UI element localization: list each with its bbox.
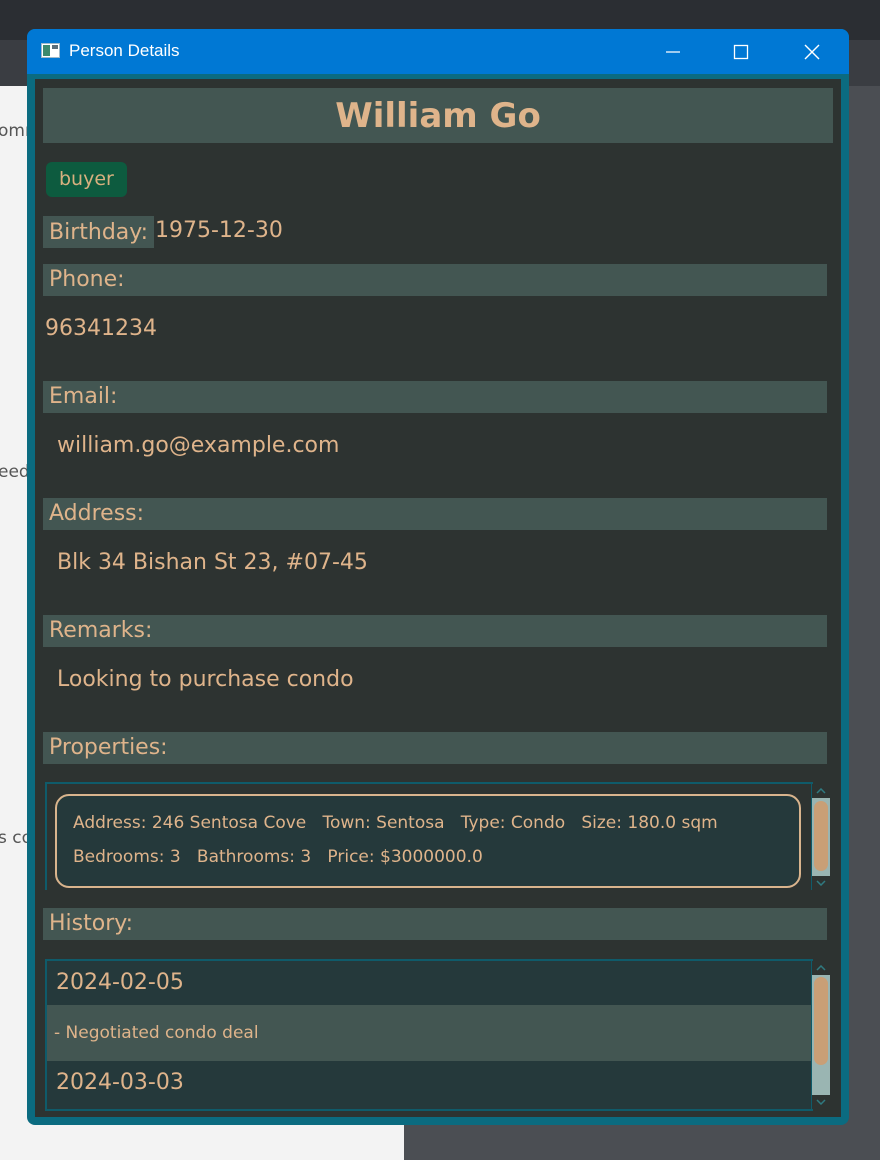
history-label: History: xyxy=(43,908,827,940)
window-title: Person Details xyxy=(69,41,180,60)
remarks-label: Remarks: xyxy=(43,615,827,647)
remarks-value: Looking to purchase condo xyxy=(57,667,354,692)
properties-scroll-thumb[interactable] xyxy=(814,801,828,871)
address-label: Address: xyxy=(43,498,827,530)
properties-scrollbar[interactable] xyxy=(812,784,830,890)
email-label: Email: xyxy=(43,381,827,413)
close-button[interactable] xyxy=(777,29,847,74)
birthday-value: 1975-12-30 xyxy=(155,218,283,243)
history-date[interactable]: 2024-02-05 xyxy=(47,961,811,1005)
history-note[interactable]: - Negotiated condo deal xyxy=(47,1005,811,1061)
tag-buyer: buyer xyxy=(46,162,127,197)
property-card[interactable]: Address: 246 Sentosa Cove Town: Sentosa … xyxy=(55,794,801,888)
phone-value: 96341234 xyxy=(45,316,157,341)
history-date[interactable]: 2024-03-03 xyxy=(47,1061,811,1105)
person-details-window: Person Details William Go buyer Birthday… xyxy=(27,29,849,1125)
app-icon xyxy=(41,43,60,58)
person-name: William Go xyxy=(335,95,541,136)
minimize-button[interactable] xyxy=(638,29,708,74)
title-bar[interactable]: Person Details xyxy=(27,29,849,74)
properties-label: Properties: xyxy=(43,732,827,764)
maximize-icon xyxy=(733,44,749,59)
history-scroll-thumb[interactable] xyxy=(814,977,828,1065)
scroll-down-icon[interactable] xyxy=(812,876,830,890)
history-list[interactable]: 2024-02-05 - Negotiated condo deal 2024-… xyxy=(45,959,813,1111)
minimize-icon xyxy=(666,50,680,53)
birthday-label: Birthday: xyxy=(43,216,155,248)
scroll-up-icon[interactable] xyxy=(812,784,830,798)
address-value: Blk 34 Bishan St 23, #07-45 xyxy=(57,550,368,575)
property-details-line2: Bedrooms: 3 Bathrooms: 3 Price: $3000000… xyxy=(73,847,483,867)
scroll-down-icon[interactable] xyxy=(812,1095,830,1109)
details-content: William Go buyer Birthday: 1975-12-30 Ph… xyxy=(35,79,841,1117)
phone-label: Phone: xyxy=(43,264,827,296)
property-details-line1: Address: 246 Sentosa Cove Town: Sentosa … xyxy=(73,813,718,833)
maximize-button[interactable] xyxy=(706,29,776,74)
history-scrollbar[interactable] xyxy=(812,961,830,1109)
scroll-up-icon[interactable] xyxy=(812,961,830,975)
name-header: William Go xyxy=(43,88,833,143)
close-icon xyxy=(804,44,820,59)
background-text-fragment: eed xyxy=(0,462,30,482)
email-value: william.go@example.com xyxy=(57,433,340,458)
